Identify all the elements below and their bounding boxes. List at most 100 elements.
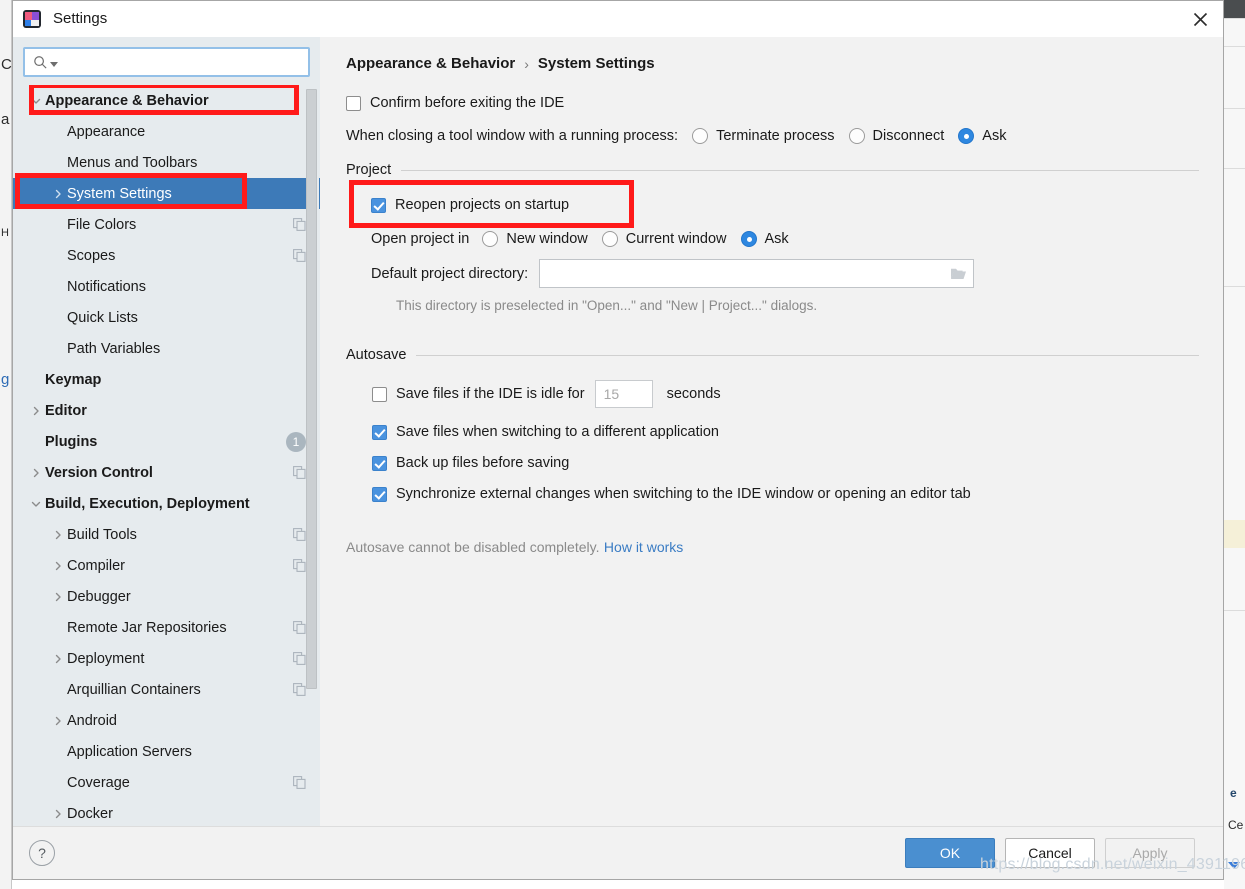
chevron-right-icon[interactable]: [49, 809, 67, 819]
breadcrumb-parent[interactable]: Appearance & Behavior: [346, 55, 515, 72]
sidebar-item-label: Plugins: [45, 433, 98, 450]
sidebar-item-label: Docker: [67, 805, 113, 822]
radio-new-window-label[interactable]: New window: [506, 231, 587, 247]
reopen-projects-label[interactable]: Reopen projects on startup: [395, 197, 569, 213]
sidebar-item-label: Debugger: [67, 588, 131, 605]
copy-settings-icon[interactable]: [293, 776, 306, 789]
sidebar-item-appearance[interactable]: Appearance: [13, 116, 320, 147]
copy-settings-icon[interactable]: [293, 466, 306, 479]
background-left-panel: [0, 0, 12, 889]
sidebar-item-deployment[interactable]: Deployment: [13, 643, 320, 674]
radio-terminate-process[interactable]: [692, 128, 709, 144]
sidebar-item-debugger[interactable]: Debugger: [13, 581, 320, 612]
radio-disconnect[interactable]: [848, 128, 865, 144]
sidebar-item-quick-lists[interactable]: Quick Lists: [13, 302, 320, 333]
autosave-switch-app-checkbox[interactable]: [372, 424, 387, 440]
sidebar-item-scopes[interactable]: Scopes: [13, 240, 320, 271]
sidebar-item-compiler[interactable]: Compiler: [13, 550, 320, 581]
background-glyph: H: [1, 227, 9, 239]
copy-settings-icon[interactable]: [293, 652, 306, 665]
radio-ask-openproject[interactable]: [740, 231, 757, 247]
confirm-exit-checkbox[interactable]: [346, 95, 361, 111]
radio-terminate-process-label[interactable]: Terminate process: [716, 128, 834, 144]
copy-settings-icon[interactable]: [293, 528, 306, 541]
chevron-right-icon[interactable]: [49, 189, 67, 199]
autosave-backup-label[interactable]: Back up files before saving: [396, 455, 569, 471]
chevron-right-icon[interactable]: [27, 468, 45, 478]
radio-ask-toolwindow[interactable]: [958, 128, 975, 144]
sidebar-item-label: Build, Execution, Deployment: [45, 495, 250, 512]
chevron-right-icon[interactable]: [49, 716, 67, 726]
sidebar-scrollbar-track[interactable]: [306, 85, 319, 826]
sidebar-item-plugins[interactable]: Plugins 1: [13, 426, 320, 457]
sidebar-item-label: Version Control: [45, 464, 153, 481]
reopen-projects-row: Reopen projects on startup: [371, 190, 1199, 220]
confirm-exit-label[interactable]: Confirm before exiting the IDE: [370, 95, 564, 111]
search-container: [13, 37, 320, 85]
background-divider: [1224, 108, 1245, 109]
default-directory-input[interactable]: [546, 265, 951, 282]
plugins-update-badge: 1: [286, 431, 306, 452]
sidebar-item-keymap[interactable]: Keymap: [13, 364, 320, 395]
sidebar-item-coverage[interactable]: Coverage: [13, 767, 320, 798]
sidebar-item-application-servers[interactable]: Application Servers: [13, 736, 320, 767]
sidebar-item-appearance-behavior[interactable]: Appearance & Behavior: [13, 85, 320, 116]
sidebar-item-version-control[interactable]: Version Control: [13, 457, 320, 488]
copy-settings-icon[interactable]: [293, 218, 306, 231]
project-group-header: Project: [346, 162, 1199, 178]
radio-disconnect-label[interactable]: Disconnect: [873, 128, 945, 144]
close-icon[interactable]: [1177, 1, 1223, 37]
sidebar-item-editor[interactable]: Editor: [13, 395, 320, 426]
sidebar-item-file-colors[interactable]: File Colors: [13, 209, 320, 240]
radio-current-window[interactable]: [601, 231, 618, 247]
autosave-idle-checkbox[interactable]: [372, 386, 387, 402]
autosave-idle-seconds-input[interactable]: 15: [594, 380, 653, 408]
chevron-down-icon[interactable]: [27, 499, 45, 509]
copy-settings-icon[interactable]: [293, 249, 306, 262]
sidebar-item-docker[interactable]: Docker: [13, 798, 320, 826]
sidebar-item-build-execution-deployment[interactable]: Build, Execution, Deployment: [13, 488, 320, 519]
copy-settings-icon[interactable]: [293, 621, 306, 634]
sidebar-item-remote-jar-repositories[interactable]: Remote Jar Repositories: [13, 612, 320, 643]
background-glyph: a: [1, 111, 10, 128]
chevron-down-icon: [50, 61, 58, 67]
background-glyph: C: [1, 56, 12, 73]
autosave-backup-checkbox[interactable]: [372, 455, 387, 471]
sidebar-item-label: Appearance: [67, 123, 146, 140]
radio-ask-toolwindow-label[interactable]: Ask: [982, 128, 1006, 144]
sidebar-item-label: Appearance & Behavior: [45, 92, 209, 109]
background-toolbar: [1224, 0, 1245, 18]
default-directory-hint: This directory is preselected in "Open..…: [396, 298, 818, 313]
autosave-idle-label-before[interactable]: Save files if the IDE is idle for: [396, 386, 585, 402]
chevron-right-icon[interactable]: [49, 654, 67, 664]
sidebar-item-menus-and-toolbars[interactable]: Menus and Toolbars: [13, 147, 320, 178]
help-button[interactable]: ?: [29, 840, 55, 866]
autosave-switch-app-label[interactable]: Save files when switching to a different…: [396, 424, 719, 440]
sidebar-item-path-variables[interactable]: Path Variables: [13, 333, 320, 364]
sidebar-item-notifications[interactable]: Notifications: [13, 271, 320, 302]
sidebar-item-arquillian-containers[interactable]: Arquillian Containers: [13, 674, 320, 705]
default-directory-input-wrapper[interactable]: [539, 259, 975, 288]
search-input[interactable]: [63, 54, 300, 70]
autosave-note-row: Autosave cannot be disabled completely. …: [346, 539, 1199, 557]
radio-ask-openproject-label[interactable]: Ask: [765, 231, 789, 247]
sidebar-item-build-tools[interactable]: Build Tools: [13, 519, 320, 550]
chevron-right-icon[interactable]: [49, 592, 67, 602]
copy-settings-icon[interactable]: [293, 559, 306, 572]
chevron-right-icon[interactable]: [49, 561, 67, 571]
chevron-right-icon[interactable]: [27, 406, 45, 416]
search-box[interactable]: [23, 47, 310, 77]
chevron-right-icon[interactable]: [49, 530, 67, 540]
how-it-works-link[interactable]: How it works: [604, 539, 683, 555]
autosave-sync-checkbox[interactable]: [372, 486, 387, 502]
copy-settings-icon[interactable]: [293, 683, 306, 696]
sidebar-scrollbar-thumb[interactable]: [306, 89, 317, 689]
chevron-down-icon[interactable]: [27, 96, 45, 106]
reopen-projects-checkbox[interactable]: [371, 197, 386, 213]
radio-new-window[interactable]: [482, 231, 499, 247]
sidebar-item-android[interactable]: Android: [13, 705, 320, 736]
radio-current-window-label[interactable]: Current window: [626, 231, 727, 247]
sidebar-item-system-settings[interactable]: System Settings: [13, 178, 320, 209]
sidebar-item-label: File Colors: [67, 216, 137, 233]
autosave-sync-label[interactable]: Synchronize external changes when switch…: [396, 486, 971, 502]
